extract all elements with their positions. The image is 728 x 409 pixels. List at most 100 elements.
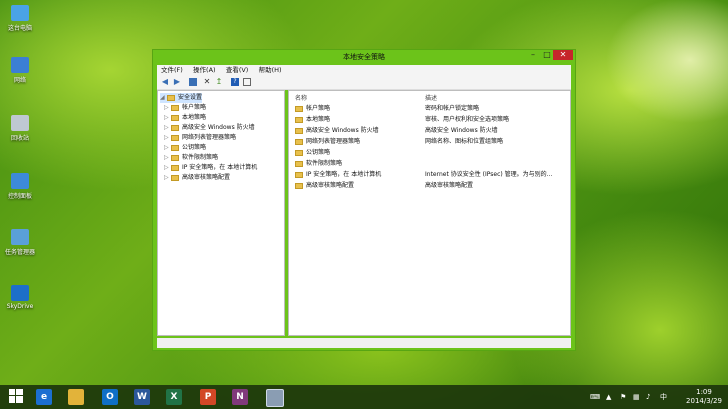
taskbar: e O W X P N ⌨ ▲ ⚑ ▦ ♪ 中 1:09 2014/3/29 xyxy=(0,385,728,409)
folder-icon xyxy=(171,174,179,181)
tree-item[interactable]: ▷ 本地策略 xyxy=(164,113,206,123)
list-item[interactable]: 公钥策略 xyxy=(289,148,570,158)
list-item[interactable]: 高级审核策略配置 高级审核策略配置 xyxy=(289,181,570,191)
list-item[interactable]: IP 安全策略，在 本地计算机 Internet 协议安全性 (IPsec) 管理… xyxy=(289,170,570,180)
tree-item[interactable]: ▷ 网络列表管理器策略 xyxy=(164,133,236,143)
excel-app[interactable]: X xyxy=(166,389,182,405)
expand-arrow-icon[interactable]: ▷ xyxy=(164,123,171,133)
expand-arrow-icon[interactable]: ▷ xyxy=(164,153,171,163)
menu-action[interactable]: 操作(A) xyxy=(189,65,220,75)
menu-help[interactable]: 帮助(H) xyxy=(255,65,286,75)
menu-file[interactable]: 文件(F) xyxy=(157,65,187,75)
column-name[interactable]: 名称 xyxy=(295,93,307,102)
column-description[interactable]: 描述 xyxy=(425,93,437,102)
desktop-icon-3[interactable]: 控制面板 xyxy=(2,173,38,200)
desktop-icon-label: 网络 xyxy=(13,77,26,84)
tree-item-label: 公钥策略 xyxy=(182,144,207,151)
tree-item[interactable]: ▷ 软件限制策略 xyxy=(164,153,218,163)
volume-icon[interactable]: ♪ xyxy=(646,385,650,409)
expand-arrow-icon[interactable]: ▷ xyxy=(164,113,171,123)
onenote-app-icon: N xyxy=(236,392,244,402)
tree-root-security-settings[interactable]: ◢ 安全设置 xyxy=(160,93,203,103)
excel-app-icon: X xyxy=(170,392,178,402)
menu-view[interactable]: 查看(V) xyxy=(222,65,253,75)
desktop-icon-label: SkyDrive xyxy=(6,303,34,310)
onenote-app[interactable]: N xyxy=(232,389,248,405)
folder-icon xyxy=(295,182,303,189)
explorer-app[interactable] xyxy=(68,389,84,405)
collapse-arrow-icon[interactable]: ◢ xyxy=(160,93,167,103)
list-item-name: 本地策略 xyxy=(306,116,331,123)
expand-arrow-icon[interactable]: ▷ xyxy=(164,173,171,183)
desktop-icon-4[interactable]: 任务管理器 xyxy=(2,229,38,256)
tree-item-label: 网络列表管理器策略 xyxy=(182,134,237,141)
tree-item[interactable]: ▷ IP 安全策略，在 本地计算机 xyxy=(164,163,257,173)
network-tray-icon[interactable]: ▦ xyxy=(633,385,640,409)
windows-logo-icon xyxy=(9,389,23,403)
tree-item-label: 帐户策略 xyxy=(182,104,207,111)
export-icon[interactable]: ↥ xyxy=(215,78,223,86)
word-app[interactable]: W xyxy=(134,389,150,405)
menu-bar: 文件(F) 操作(A) 查看(V) 帮助(H) xyxy=(157,65,571,75)
tree-item-label: IP 安全策略，在 本地计算机 xyxy=(182,164,258,171)
clock[interactable]: 1:09 2014/3/29 xyxy=(684,388,724,406)
expand-arrow-icon[interactable]: ▷ xyxy=(164,133,171,143)
tree-item[interactable]: ▷ 公钥策略 xyxy=(164,143,206,153)
tree-item[interactable]: ▷ 高级审核策略配置 xyxy=(164,173,230,183)
tree-item-label: 本地策略 xyxy=(182,114,207,121)
list-item[interactable]: 帐户策略 密码和帐户锁定策略 xyxy=(289,104,570,114)
outlook-app[interactable]: O xyxy=(102,389,118,405)
folder-icon xyxy=(295,105,303,112)
desktop-icon-0[interactable]: 这台电脑 xyxy=(2,5,38,32)
desktop-icon-5[interactable]: SkyDrive xyxy=(2,285,38,310)
ie-app-icon: e xyxy=(40,392,48,402)
list-item[interactable]: 软件限制策略 xyxy=(289,159,570,169)
folder-icon xyxy=(171,124,179,131)
local-security-policy-app[interactable] xyxy=(266,389,284,407)
control-panel-icon xyxy=(11,173,29,189)
forward-icon[interactable]: ▶ xyxy=(173,78,181,86)
task-manager-icon xyxy=(11,229,29,245)
properties-icon[interactable] xyxy=(243,78,251,86)
toolbar: ◀ ▶ ✕ ↥ ? xyxy=(157,75,571,90)
close-button[interactable]: ✕ xyxy=(553,50,573,60)
expand-arrow-icon[interactable]: ▷ xyxy=(164,143,171,153)
folder-icon xyxy=(171,154,179,161)
list-item[interactable]: 高级安全 Windows 防火墙 高级安全 Windows 防火墙 xyxy=(289,126,570,136)
ime-icon[interactable]: 中 xyxy=(660,385,667,409)
windows-start-button[interactable] xyxy=(8,389,24,405)
back-icon[interactable]: ◀ xyxy=(161,78,169,86)
list-item-description: 网络名称、图标和位置组策略 xyxy=(425,138,504,145)
ie-app[interactable]: e xyxy=(36,389,52,405)
tree-item-label: 软件限制策略 xyxy=(182,154,219,161)
folder-icon xyxy=(171,134,179,141)
minimize-button[interactable]: – xyxy=(527,50,539,60)
clock-date: 2014/3/29 xyxy=(686,397,722,405)
maximize-button[interactable]: □ xyxy=(541,50,553,60)
delete-icon[interactable]: ✕ xyxy=(203,78,211,86)
folder-icon xyxy=(295,127,303,134)
list-item[interactable]: 网络列表管理器策略 网络名称、图标和位置组策略 xyxy=(289,137,570,147)
powerpoint-app[interactable]: P xyxy=(200,389,216,405)
outlook-app-icon: O xyxy=(106,392,114,402)
help-icon[interactable]: ? xyxy=(231,78,239,86)
network-icon xyxy=(11,57,29,73)
desktop-icon-2[interactable]: 回收站 xyxy=(2,115,38,142)
show-tree-icon[interactable] xyxy=(189,78,197,86)
folder-icon xyxy=(295,116,303,123)
list-item[interactable]: 本地策略 审核、用户权利和安全选项策略 xyxy=(289,115,570,125)
list-item-name: 公钥策略 xyxy=(306,149,331,156)
expand-arrow-icon[interactable]: ▷ xyxy=(164,103,171,113)
tray-expand-icon[interactable]: ▲ xyxy=(606,385,611,409)
desktop-icon-label: 这台电脑 xyxy=(7,25,32,32)
list-item-description: 审核、用户权利和安全选项策略 xyxy=(425,116,510,123)
computer-icon xyxy=(11,5,29,21)
keyboard-icon[interactable]: ⌨ xyxy=(590,385,600,409)
details-pane: 名称 描述 帐户策略 密码和帐户锁定策略本地策略 审核、用户权利和安全选项策略高级安… xyxy=(288,90,571,336)
flag-icon[interactable]: ⚑ xyxy=(620,385,626,409)
desktop-icon-1[interactable]: 网络 xyxy=(2,57,38,84)
tree-item[interactable]: ▷ 帐户策略 xyxy=(164,103,206,113)
expand-arrow-icon[interactable]: ▷ xyxy=(164,163,171,173)
folder-icon xyxy=(295,171,303,178)
tree-item[interactable]: ▷ 高级安全 Windows 防火墙 xyxy=(164,123,255,133)
